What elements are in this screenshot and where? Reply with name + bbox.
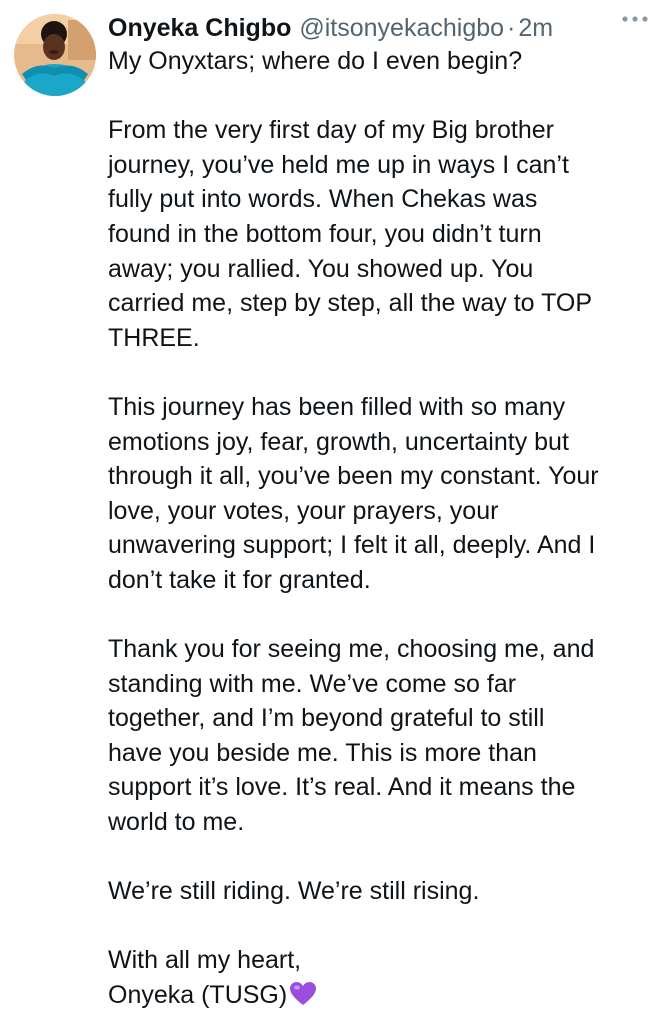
separator-dot: · [507, 14, 516, 42]
avatar[interactable] [14, 14, 96, 96]
tweet-line: fully put into words. When Chekas was [108, 185, 538, 214]
tweet-line: carried me, step by step, all the way to… [108, 289, 593, 318]
tweet-line: Thank you for seeing me, choosing me, an… [108, 635, 595, 664]
timestamp[interactable]: 2m [518, 10, 553, 46]
tweet-paragraph: This journey has been filled with so man… [108, 390, 648, 598]
tweet-paragraph: My Onyxtars; where do I even begin? [108, 44, 648, 79]
tweet-line: love, your votes, your prayers, your [108, 496, 499, 525]
tweet-line: away; you rallied. You showed up. You [108, 254, 534, 283]
display-name[interactable]: Onyeka Chigbo [108, 10, 291, 46]
tweet-line: journey, you’ve held me up in ways I can… [108, 150, 569, 179]
tweet-line: My Onyxtars; where do I even begin? [108, 47, 523, 75]
tweet-line: through it all, you’ve been my constant.… [108, 462, 599, 491]
tweet-line: world to me. [108, 808, 245, 837]
more-options-icon[interactable] [618, 9, 652, 29]
avatar-photo [14, 14, 96, 96]
purple-heart-icon [290, 982, 317, 1006]
tweet-line: support it’s love. It’s real. And it mea… [108, 773, 576, 802]
tweet-line: emotions joy, fear, growth, uncertainty … [108, 427, 569, 456]
tweet-header: Onyeka Chigbo @itsonyekachigbo · 2m [108, 10, 640, 46]
tweet-line: don’t take it for granted. [108, 565, 371, 594]
tweet: Onyeka Chigbo @itsonyekachigbo · 2m My O… [0, 0, 656, 1024]
tweet-line: Onyeka (TUSG) [108, 978, 648, 1013]
tweet-line: This journey has been filled with so man… [108, 392, 566, 421]
tweet-line: standing with me. We’ve come so far [108, 669, 517, 698]
tweet-line: found in the bottom four, you didn’t tur… [108, 219, 542, 248]
tweet-paragraph: We’re still riding. We’re still rising. [108, 874, 648, 909]
tweet-line: have you beside me. This is more than [108, 738, 537, 767]
tweet-text: My Onyxtars; where do I even begin? From … [108, 44, 648, 1013]
tweet-line: We’re still riding. We’re still rising. [108, 877, 480, 906]
username-handle[interactable]: @itsonyekachigbo [299, 10, 504, 46]
tweet-line: With all my heart, [108, 946, 302, 975]
tweet-paragraph: Thank you for seeing me, choosing me, an… [108, 632, 648, 840]
tweet-line: THREE. [108, 323, 200, 352]
tweet-line: unwavering support; I felt it all, deepl… [108, 531, 596, 560]
tweet-paragraph: With all my heart, Onyeka (TUSG) [108, 943, 648, 1012]
tweet-paragraph: From the very first day of my Big brothe… [108, 113, 648, 355]
tweet-line: together, and I’m beyond grateful to sti… [108, 704, 545, 733]
tweet-line: From the very first day of my Big brothe… [108, 116, 554, 145]
